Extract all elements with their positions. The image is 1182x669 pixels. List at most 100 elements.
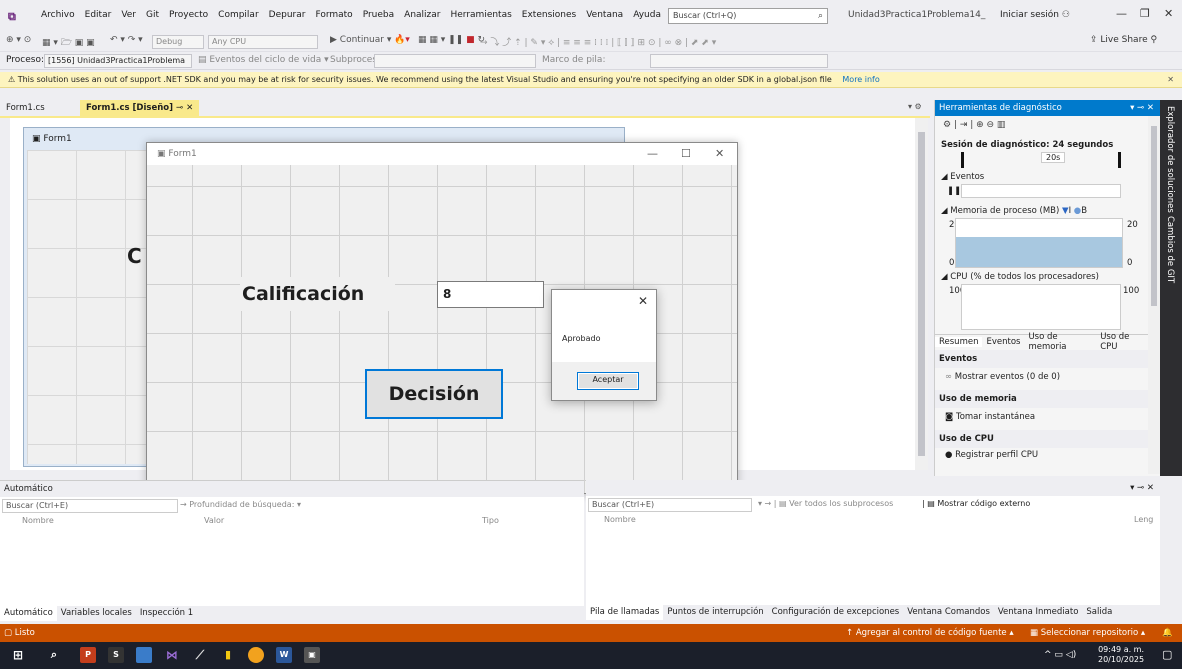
undo-icon[interactable]: ↶ ▾ ↷ ▾ (110, 35, 143, 45)
tab-salida[interactable]: Salida (1082, 605, 1116, 620)
tab-resumen[interactable]: Resumen (935, 336, 983, 347)
cpu-section[interactable]: ◢ CPU (% de todos los procesadores) (941, 272, 1099, 282)
step-icons[interactable]: → ⤵ ⤴ ⇡ | ✎ ▾ ⟡ | ≡ ≡ ≡ ⁞ ⁞ ⁞ | ⟦ ⫿ ⟧ ⊞ … (480, 35, 716, 48)
tab-form1-cs[interactable]: Form1.cs (0, 100, 51, 116)
panel-options-icon[interactable]: ▾ ⊸ ✕ (1130, 480, 1154, 496)
close-warning-icon[interactable]: ✕ (1167, 72, 1174, 87)
live-share-button[interactable]: ⇪ Live Share ⚲ (1090, 35, 1157, 45)
stack-frame-dropdown[interactable] (650, 54, 828, 68)
menu-analizar[interactable]: Analizar (399, 10, 445, 20)
events-section[interactable]: ◢ Eventos (941, 172, 984, 182)
col-valor[interactable]: Valor (204, 516, 224, 529)
hot-reload-icon[interactable]: 🔥▾ (394, 35, 410, 45)
more-info-link[interactable]: More info (842, 75, 879, 84)
visual-studio-logo-icon[interactable]: ⧉ (8, 10, 28, 23)
external-code-button[interactable]: | ▤ Mostrar código externo (922, 499, 1030, 508)
tab-ventana-comandos[interactable]: Ventana Comandos (903, 605, 994, 620)
tab-inspeccion[interactable]: Inspección 1 (136, 606, 197, 621)
tab-variables-locales[interactable]: Variables locales (57, 606, 136, 621)
tab-config-excepciones[interactable]: Configuración de excepciones (768, 605, 904, 620)
col-nombre[interactable]: Nombre (22, 516, 54, 529)
tab-eventos[interactable]: Eventos (982, 337, 1024, 347)
git-changes-tab[interactable]: Cambios de GIT (1165, 216, 1175, 283)
continue-button[interactable]: ▶ Continuar ▾ (330, 35, 391, 45)
pin-icon[interactable]: ⊸ (176, 103, 183, 113)
record-cpu-button[interactable]: ● Registrar perfil CPU (945, 450, 1038, 460)
app-icon[interactable]: ⟋ (192, 647, 208, 663)
scrollbar-thumb[interactable] (918, 132, 925, 456)
solution-explorer-tab[interactable]: Explorador de soluciones (1165, 106, 1175, 213)
add-source-control-button[interactable]: ↑ Agregar al control de código fuente ▴ (846, 624, 1014, 642)
diagnostic-scrollbar[interactable] (1148, 116, 1160, 474)
select-repo-button[interactable]: ▦ Seleccionar repositorio ▴ (1030, 624, 1145, 642)
menu-archivo[interactable]: Archivo (36, 10, 80, 20)
close-icon[interactable]: ✕ (715, 143, 724, 165)
word-icon[interactable]: W (276, 647, 292, 663)
call-search-input[interactable]: Buscar (Ctrl+E) (588, 498, 752, 512)
panel-options-icon[interactable]: ▾ ⊸ ✕ (1130, 100, 1154, 116)
tab-puntos-interrupcion[interactable]: Puntos de interrupción (663, 605, 767, 620)
notifications-icon[interactable]: 🔔 (1162, 624, 1173, 642)
minimize-icon[interactable]: — (1116, 7, 1127, 20)
menu-editar[interactable]: Editar (80, 10, 117, 20)
autos-search-input[interactable]: Buscar (Ctrl+E) (2, 499, 178, 513)
close-icon[interactable]: ✕ (638, 294, 648, 308)
process-dropdown[interactable]: [1556] Unidad3Practica1Problema (44, 54, 192, 68)
menu-prueba[interactable]: Prueba (358, 10, 399, 20)
clock[interactable]: 09:49 a. m. 20/10/2025 (1098, 645, 1144, 665)
menu-ver[interactable]: Ver (116, 10, 141, 20)
timeline-ruler[interactable]: 20s (961, 152, 1121, 168)
menu-herramientas[interactable]: Herramientas (445, 10, 516, 20)
search-depth[interactable]: → Profundidad de búsqueda: ▾ (180, 500, 301, 509)
thread-dropdown[interactable] (374, 54, 536, 68)
configuration-dropdown[interactable]: Debug (152, 35, 204, 49)
close-tab-icon[interactable]: ✕ (186, 103, 193, 113)
menu-extensiones[interactable]: Extensiones (517, 10, 581, 20)
tab-dropdown-icon[interactable]: ▾ ⚙ (908, 102, 922, 111)
debug-controls[interactable]: ▦ ▦ ▾ ❚❚ ■ ↻ (418, 35, 485, 45)
settings-icon[interactable]: ⚙ | ⇥ | ⊕ ⊖ ▥ (943, 120, 1005, 130)
restore-icon[interactable]: ❐ (1140, 7, 1150, 20)
visual-studio-icon[interactable]: ⋈ (164, 647, 180, 663)
lifecycle-events-button[interactable]: ▤ Eventos del ciclo de vida ▾ (198, 55, 329, 65)
tab-uso-cpu[interactable]: Uso de CPU (1096, 332, 1149, 352)
decision-button[interactable]: Decisión (365, 369, 503, 419)
col-nombre[interactable]: Nombre (604, 515, 636, 528)
message-box[interactable]: ✕ Aprobado Aceptar (551, 289, 657, 401)
show-events-link[interactable]: ∞ Mostrar eventos (0 de 0) (945, 372, 1060, 382)
tab-pila-llamadas[interactable]: Pila de llamadas (586, 605, 664, 620)
tab-form1-design[interactable]: Form1.cs [Diseño] ⊸ ✕ (80, 100, 200, 116)
menu-git[interactable]: Git (141, 10, 164, 20)
action-center-icon[interactable]: ▢ (1162, 648, 1172, 661)
file-explorer-icon[interactable] (136, 647, 152, 663)
global-search-input[interactable]: Buscar (Ctrl+Q) ⌕ (668, 8, 828, 24)
maximize-icon[interactable]: ☐ (681, 143, 691, 165)
chart-app-icon[interactable]: ▮ (220, 647, 236, 663)
powerpoint-icon[interactable]: P (80, 647, 96, 663)
form-app-icon[interactable]: ▣ (304, 647, 320, 663)
pause-icon[interactable]: ❚❚ (947, 186, 961, 196)
search-icon[interactable]: ⌕ (46, 647, 62, 663)
tab-uso-memoria[interactable]: Uso de memoria (1024, 332, 1096, 352)
memory-section[interactable]: ◢ Memoria de proceso (MB) ▼I ●B (941, 206, 1087, 216)
menu-ventana[interactable]: Ventana (581, 10, 628, 20)
tab-ventana-inmediato[interactable]: Ventana Inmediato (994, 605, 1083, 620)
close-icon[interactable]: ✕ (1164, 7, 1173, 20)
menu-compilar[interactable]: Compilar (213, 10, 264, 20)
sign-in-link[interactable]: Iniciar sesión ⚇ (1000, 10, 1070, 20)
take-snapshot-button[interactable]: ◙ Tomar instantánea (945, 412, 1035, 422)
solidworks-icon[interactable]: S (108, 647, 124, 663)
menu-formato[interactable]: Formato (310, 10, 357, 20)
calificacion-input[interactable]: 8 (437, 281, 544, 308)
menu-ayuda[interactable]: Ayuda (628, 10, 666, 20)
all-threads-button[interactable]: ▾ → | ▤ Ver todos los subprocesos (758, 499, 893, 508)
menu-depurar[interactable]: Depurar (264, 10, 311, 20)
windows-start-icon[interactable]: ⊞ (10, 647, 26, 663)
col-tipo[interactable]: Tipo (482, 516, 499, 529)
platform-dropdown[interactable]: Any CPU (208, 35, 318, 49)
col-lenguaje[interactable]: Leng (1134, 515, 1153, 528)
menu-proyecto[interactable]: Proyecto (164, 10, 213, 20)
tab-automatico[interactable]: Automático (0, 606, 57, 621)
back-icon[interactable]: ⊕ ▾ ⊙ (6, 35, 31, 45)
chrome-icon[interactable] (248, 647, 264, 663)
